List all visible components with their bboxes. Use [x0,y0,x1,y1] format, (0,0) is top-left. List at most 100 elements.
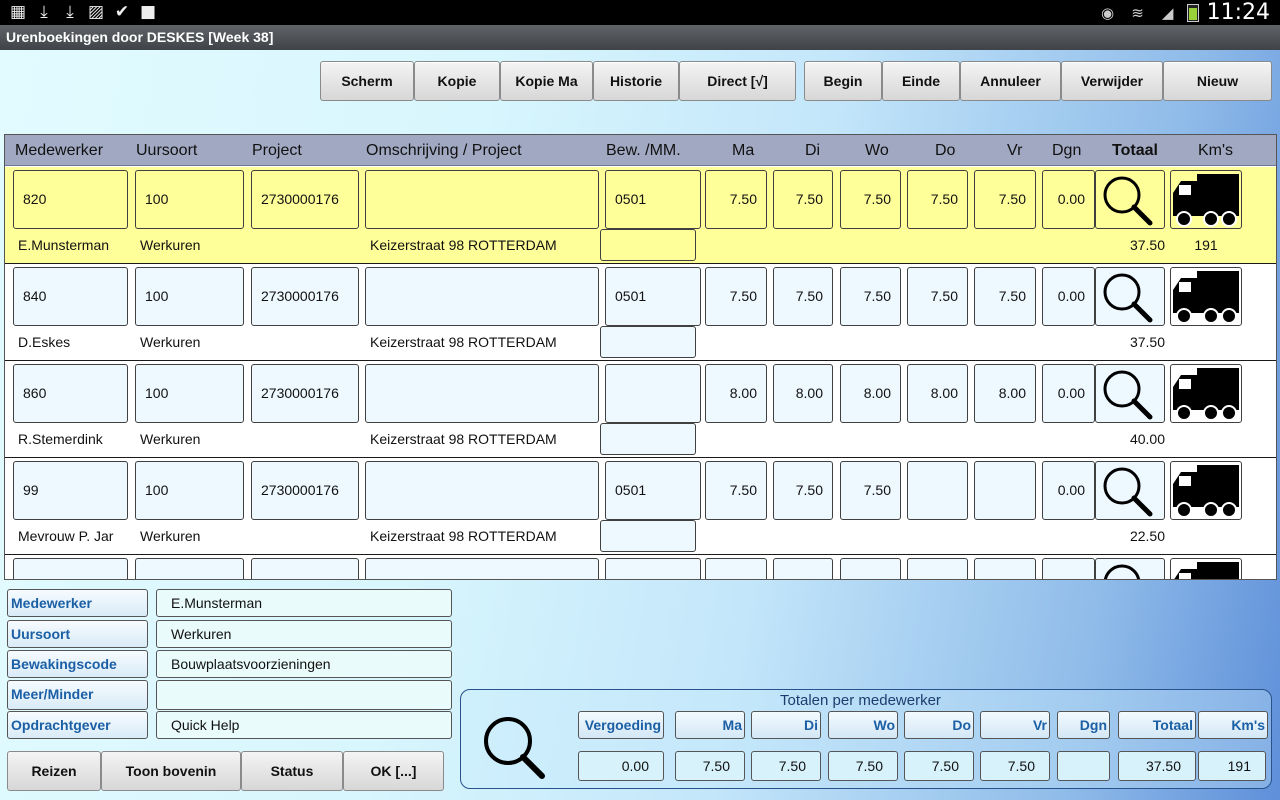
cell-uursoort[interactable]: 100 [135,461,244,520]
verwijder-button[interactable]: Verwijder [1061,61,1163,101]
cell-medewerker[interactable]: 840 [13,267,128,326]
cell-ma[interactable]: 7.50 [705,170,767,229]
cell-di[interactable]: 8.00 [773,364,833,423]
cell-do[interactable]: 7.50 [907,170,968,229]
col-dgn[interactable]: Dgn [1052,142,1081,160]
cell-ma[interactable]: 8.00 [705,364,767,423]
table-row[interactable]: 820 100 2730000176 0501 7.50 7.50 7.50 7.50 7.50… [5,167,1276,264]
cell-wo[interactable]: 7.50 [840,170,901,229]
cell-omschrijving[interactable] [365,558,599,579]
cell-omschrijving[interactable] [365,267,599,326]
search-icon[interactable] [1095,558,1165,579]
cell-di[interactable] [773,558,833,579]
cell-ma[interactable]: 7.50 [705,461,767,520]
truck-icon[interactable] [1170,267,1242,326]
cell-project[interactable]: 2730000176 [251,170,359,229]
begin-button[interactable]: Begin [804,61,882,101]
col-omschrijving[interactable]: Omschrijving / Project [366,142,522,160]
einde-button[interactable]: Einde [882,61,960,101]
cell-project[interactable]: 2730000176 [251,267,359,326]
col-do[interactable]: Do [935,142,955,160]
cell-bew[interactable]: 0501 [605,170,701,229]
cell-uursoort[interactable]: 100 [135,364,244,423]
cell-dgn[interactable]: 0.00 [1042,170,1095,229]
uursoort-field[interactable]: Werkuren [156,620,452,648]
col-ma[interactable]: Ma [732,142,754,160]
truck-icon[interactable] [1170,461,1242,520]
direct-button[interactable]: Direct [√] [679,61,796,101]
cell-project[interactable]: 2730000176 [251,364,359,423]
cell-medewerker[interactable] [13,558,128,579]
cell-vr[interactable]: 8.00 [974,364,1036,423]
cell-bew[interactable] [605,558,701,579]
cell-dgn[interactable]: 0.00 [1042,267,1095,326]
cell-omschrijving[interactable] [365,364,599,423]
cell-omschrijving[interactable] [365,170,599,229]
cell-bew[interactable]: 0501 [605,461,701,520]
cell-vr[interactable] [974,461,1036,520]
opdrachtgever-field[interactable]: Quick Help [156,711,452,739]
cell-wo[interactable]: 7.50 [840,267,901,326]
col-vr[interactable]: Vr [1007,142,1022,160]
col-uursoort[interactable]: Uursoort [136,142,197,160]
search-icon[interactable] [1095,364,1165,423]
nieuw-button[interactable]: Nieuw [1163,61,1272,101]
status-button[interactable]: Status [241,751,343,791]
table-row[interactable] [5,555,1276,579]
cell-do[interactable]: 8.00 [907,364,968,423]
col-project[interactable]: Project [252,142,302,160]
cell-medewerker[interactable]: 860 [13,364,128,423]
cell-medewerker[interactable]: 99 [13,461,128,520]
col-wo[interactable]: Wo [865,142,889,160]
cell-ma[interactable] [705,558,767,579]
cell-do[interactable]: 7.50 [907,267,968,326]
kopie-ma-button[interactable]: Kopie Ma [500,61,593,101]
meer-minder-input[interactable] [600,229,696,261]
cell-do[interactable] [907,558,968,579]
cell-bew[interactable]: 0501 [605,267,701,326]
meer-minder-input[interactable] [600,520,696,552]
cell-wo[interactable]: 7.50 [840,461,901,520]
scherm-button[interactable]: Scherm [320,61,414,101]
cell-do[interactable] [907,461,968,520]
cell-dgn[interactable]: 0.00 [1042,364,1095,423]
historie-button[interactable]: Historie [593,61,679,101]
cell-medewerker[interactable]: 820 [13,170,128,229]
cell-wo[interactable]: 8.00 [840,364,901,423]
cell-vr[interactable]: 7.50 [974,170,1036,229]
cell-dgn[interactable]: 0.00 [1042,461,1095,520]
meer-minder-input[interactable] [600,326,696,358]
col-bew[interactable]: Bew. /MM. [606,142,681,160]
cell-ma[interactable]: 7.50 [705,267,767,326]
cell-project[interactable]: 2730000176 [251,461,359,520]
table-row[interactable]: 99 100 2730000176 0501 7.50 7.50 7.50 0.00 Mevro… [5,458,1276,555]
cell-vr[interactable]: 7.50 [974,267,1036,326]
col-di[interactable]: Di [805,142,820,160]
cell-bew[interactable] [605,364,701,423]
toon-bovenin-button[interactable]: Toon bovenin [101,751,241,791]
col-medewerker[interactable]: Medewerker [15,142,103,160]
truck-icon[interactable] [1170,558,1242,579]
meer-minder-field[interactable] [156,680,452,710]
bewakingscode-field[interactable]: Bouwplaatsvoorzieningen [156,650,452,678]
annuleer-button[interactable]: Annuleer [960,61,1061,101]
table-row[interactable]: 860 100 2730000176 8.00 8.00 8.00 8.00 8.00 0.00… [5,361,1276,458]
medewerker-field[interactable]: E.Munsterman [156,589,452,617]
reizen-button[interactable]: Reizen [7,751,101,791]
cell-di[interactable]: 7.50 [773,461,833,520]
table-row[interactable]: 840 100 2730000176 0501 7.50 7.50 7.50 7.50 7.50… [5,264,1276,361]
ok-button[interactable]: OK [...] [343,751,444,791]
search-icon[interactable] [478,713,548,783]
search-icon[interactable] [1095,170,1165,229]
cell-dgn[interactable] [1042,558,1095,579]
search-icon[interactable] [1095,461,1165,520]
truck-icon[interactable] [1170,170,1242,229]
kopie-button[interactable]: Kopie [414,61,500,101]
cell-uursoort[interactable] [135,558,244,579]
cell-uursoort[interactable]: 100 [135,170,244,229]
cell-di[interactable]: 7.50 [773,170,833,229]
truck-icon[interactable] [1170,364,1242,423]
cell-di[interactable]: 7.50 [773,267,833,326]
cell-project[interactable] [251,558,359,579]
cell-wo[interactable] [840,558,901,579]
